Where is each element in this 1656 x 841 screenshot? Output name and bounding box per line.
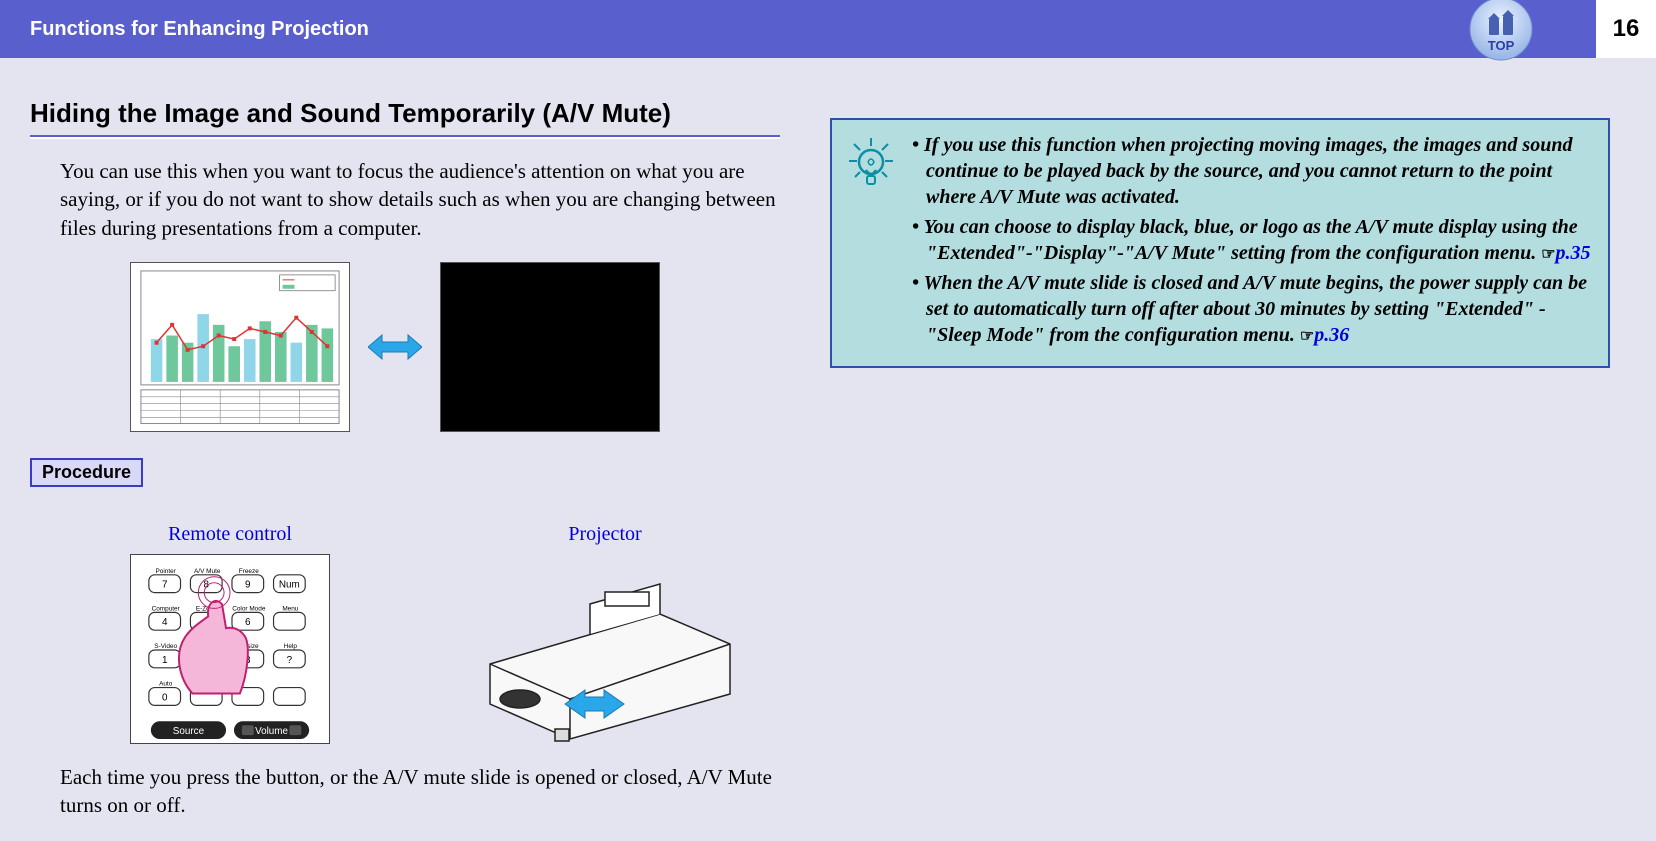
remote-control-label: Remote control [130, 523, 330, 546]
svg-text:Menu: Menu [282, 605, 298, 612]
svg-text:1: 1 [162, 655, 168, 666]
svg-text:?: ? [287, 655, 293, 666]
pointer-hand-icon: ☞ [1541, 246, 1555, 263]
title-underline [30, 135, 780, 139]
svg-text:9: 9 [245, 580, 251, 591]
svg-text:A/V Mute: A/V Mute [194, 568, 221, 575]
top-home-icon[interactable]: TOP [1468, 0, 1534, 62]
procedure-footer-text: Each time you press the button, or the A… [30, 763, 780, 820]
svg-text:Computer: Computer [152, 605, 181, 612]
volume-up-icon [289, 725, 301, 735]
projector-label: Projector [460, 523, 750, 546]
svg-text:S-Video: S-Video [154, 643, 177, 650]
svg-text:8: 8 [204, 580, 210, 591]
pointer-hand-icon: ☞ [1300, 328, 1314, 345]
header-title: Functions for Enhancing Projection [30, 18, 369, 41]
svg-text:Num: Num [279, 580, 300, 591]
svg-text:6: 6 [245, 617, 251, 628]
procedure-label: Procedure [30, 458, 143, 487]
svg-text:Auto: Auto [159, 681, 173, 688]
svg-text:Color Mode: Color Mode [232, 605, 266, 612]
muted-black-screen [440, 262, 660, 432]
header-bar: Functions for Enhancing Projection TOP [0, 0, 1596, 58]
section-title: Hiding the Image and Sound Temporarily (… [30, 98, 780, 129]
page-ref-link[interactable]: p.36 [1314, 324, 1349, 346]
tip-item: When the A/V mute slide is closed and A/… [912, 270, 1594, 348]
svg-text:Volume: Volume [255, 726, 288, 737]
lightbulb-tip-icon [846, 136, 896, 352]
svg-text:Source: Source [173, 726, 205, 737]
page-ref-link[interactable]: p.35 [1556, 242, 1591, 264]
top-label: TOP [1488, 38, 1515, 53]
tip-item: If you use this function when projecting… [912, 132, 1594, 210]
svg-text:7: 7 [162, 580, 168, 591]
svg-text:4: 4 [162, 617, 168, 628]
av-mute-illustration [130, 262, 780, 432]
svg-text:Help: Help [284, 643, 298, 650]
projector-illustration [460, 554, 750, 744]
double-arrow-icon [368, 333, 422, 361]
svg-text:Pointer: Pointer [156, 568, 177, 575]
svg-text:Freeze: Freeze [239, 568, 259, 575]
tip-list: If you use this function when projecting… [912, 132, 1594, 352]
tip-box: If you use this function when projecting… [830, 118, 1610, 368]
intro-paragraph: You can use this when you want to focus … [30, 157, 780, 242]
page-number: 16 [1596, 0, 1656, 58]
volume-down-icon [242, 725, 254, 735]
projected-screen-chart [130, 262, 350, 432]
svg-text:0: 0 [162, 692, 168, 703]
tip-item: You can choose to display black, blue, o… [912, 214, 1594, 266]
remote-control-illustration: Pointer7A/V Mute8Freeze9NumComputer4E-Zo… [130, 554, 330, 744]
